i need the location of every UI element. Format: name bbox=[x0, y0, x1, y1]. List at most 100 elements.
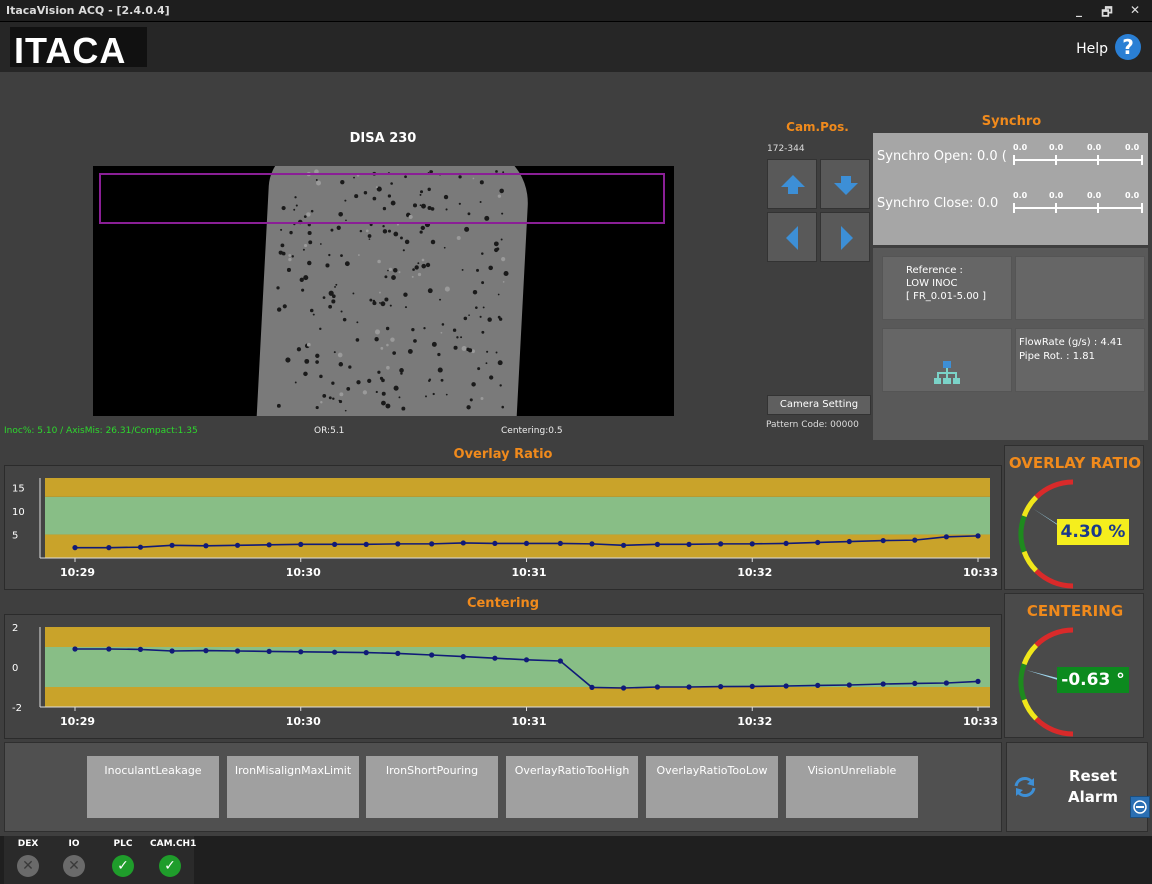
pipe-speck bbox=[425, 395, 427, 398]
pipe-speck bbox=[385, 326, 390, 331]
camera-title: DISA 230 bbox=[349, 131, 417, 146]
y-tick-label: 5 bbox=[12, 530, 18, 541]
alarm-iron-short-pouring[interactable]: IronShortPouring bbox=[366, 756, 498, 818]
alarm-vision-unreliable[interactable]: VisionUnreliable bbox=[786, 756, 918, 818]
status-label-dex: DEX bbox=[17, 839, 39, 849]
synchro-open-label: Synchro Open: 0.0 ( bbox=[877, 149, 1007, 164]
help-icon[interactable]: ? bbox=[1115, 34, 1141, 60]
pipe-speck bbox=[428, 379, 431, 382]
synchro-open-tick: 0.0 bbox=[1013, 143, 1028, 152]
reset-label-line2: Alarm bbox=[1068, 788, 1118, 806]
pipe-speck bbox=[499, 384, 502, 387]
restore-button[interactable]: 🗗 bbox=[1096, 3, 1118, 19]
pipe-speck bbox=[335, 283, 338, 286]
camera-setting-button[interactable]: Camera Setting bbox=[767, 395, 871, 415]
data-point bbox=[846, 682, 852, 688]
gauge-arc bbox=[1021, 643, 1039, 666]
data-point bbox=[846, 538, 852, 545]
pipe-speck bbox=[392, 351, 397, 355]
pipe-speck bbox=[407, 349, 413, 354]
pipe-speck bbox=[444, 286, 450, 292]
pipe-speck bbox=[393, 268, 398, 273]
pipe-speck bbox=[431, 341, 437, 347]
pipe-speck bbox=[304, 243, 308, 248]
remote-support-tab[interactable] bbox=[1130, 796, 1150, 818]
pipe-speck bbox=[348, 365, 352, 369]
pipe-speck bbox=[309, 308, 314, 313]
centering-chart: -2 0 2 10:29 10:30 10:31 10:32 10:33 bbox=[12, 623, 998, 728]
overlay-ratio-chart: 5 10 15 10:29 10:30 10:31 10:32 10:33 bbox=[12, 478, 998, 579]
synchro-open-tick: 0.0 bbox=[1049, 143, 1064, 152]
cam-up-button[interactable] bbox=[767, 159, 817, 209]
alarm-iron-misalign[interactable]: IronMisalignMaxLimit bbox=[227, 756, 359, 818]
pipe-speck bbox=[430, 239, 436, 245]
data-point bbox=[975, 533, 981, 539]
pipe-speck bbox=[495, 351, 498, 354]
pipe-speck bbox=[404, 239, 410, 245]
gauge-arc bbox=[1034, 716, 1074, 737]
y-tick-label: 0 bbox=[12, 663, 18, 674]
pipe-speck bbox=[378, 291, 381, 294]
cam-pos-range: 172-344 bbox=[767, 144, 805, 154]
pipe-speck bbox=[387, 269, 389, 272]
data-point bbox=[332, 541, 338, 547]
pipe-speck bbox=[301, 288, 305, 292]
pipe-speck bbox=[344, 261, 350, 267]
pipe-speck bbox=[304, 358, 310, 364]
pipe-speck bbox=[398, 396, 401, 399]
pipe-speck bbox=[352, 292, 355, 295]
pipe-speck bbox=[359, 229, 363, 233]
alarm-inoculant-leakage[interactable]: InoculantLeakage bbox=[87, 756, 219, 818]
pipe-speck bbox=[365, 229, 369, 233]
refresh-icon bbox=[1014, 777, 1036, 797]
cam-down-button[interactable] bbox=[820, 159, 870, 209]
pipe-speck bbox=[475, 306, 478, 310]
pipe-speck bbox=[412, 268, 415, 271]
minimize-button[interactable]: _ bbox=[1068, 3, 1090, 19]
pipe-speck bbox=[502, 281, 505, 283]
data-point bbox=[363, 650, 369, 656]
pipe-speck bbox=[320, 243, 322, 245]
pipe-speck bbox=[291, 255, 294, 258]
pipe-speck bbox=[315, 360, 319, 364]
pipe-speck bbox=[437, 367, 443, 373]
cam-right-button[interactable] bbox=[820, 212, 870, 262]
camera-video-feed bbox=[93, 166, 674, 416]
pipe-speck bbox=[355, 338, 360, 342]
pipe-speck bbox=[379, 376, 384, 380]
alarm-overlay-too-high[interactable]: OverlayRatioTooHigh bbox=[506, 756, 638, 818]
data-point bbox=[620, 542, 627, 548]
synchro-close-label: Synchro Close: 0.0 bbox=[877, 196, 999, 211]
data-point bbox=[492, 540, 498, 547]
reference-range: [ FR_0.01-5.00 ] bbox=[906, 291, 986, 302]
cam-left-button[interactable] bbox=[767, 212, 817, 262]
gauge-arc bbox=[1034, 568, 1074, 589]
data-point bbox=[169, 542, 175, 548]
pipe-speck bbox=[337, 352, 343, 358]
pipe-speck bbox=[440, 378, 444, 382]
help-label[interactable]: Help bbox=[1076, 41, 1108, 57]
roi-rectangle[interactable] bbox=[99, 173, 665, 224]
pipe-speck bbox=[342, 317, 347, 322]
pipe-speck bbox=[461, 268, 464, 271]
pipe-speck bbox=[374, 337, 379, 342]
pipe-speck bbox=[420, 225, 426, 231]
pipe-speck bbox=[288, 254, 292, 257]
alarm-overlay-too-low[interactable]: OverlayRatioTooLow bbox=[646, 756, 778, 818]
data-point bbox=[460, 654, 466, 660]
overlay-gauge-value: 4.30 % bbox=[1057, 519, 1129, 545]
centering-stat: Centering:0.5 bbox=[501, 426, 563, 436]
centering-gauge-title: CENTERING bbox=[1026, 602, 1124, 620]
close-button[interactable]: ✕ bbox=[1124, 3, 1146, 19]
pipe-speck bbox=[302, 248, 305, 251]
reset-alarm-label: Reset Alarm bbox=[1058, 766, 1128, 808]
pipe-speck bbox=[390, 337, 395, 342]
pipe-speck bbox=[437, 352, 441, 357]
arrow-down-icon bbox=[834, 176, 858, 195]
pipe-speck bbox=[456, 235, 461, 240]
x-tick-label: 10:29 bbox=[60, 566, 95, 579]
pipe-speck bbox=[401, 406, 406, 411]
pipe-speck bbox=[307, 230, 312, 236]
y-tick-label: -2 bbox=[12, 703, 22, 714]
data-point bbox=[783, 683, 789, 689]
